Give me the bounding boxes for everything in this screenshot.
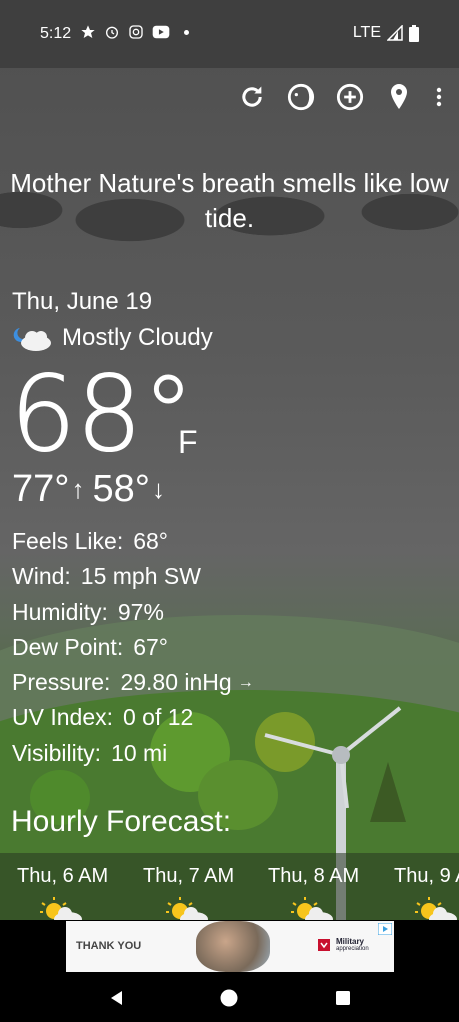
weather-details: Feels Like: 68° Wind: 15 mph SW Humidity… <box>12 524 254 771</box>
navigation-bar <box>0 974 459 1022</box>
ad-brand: Military <box>336 937 365 946</box>
hourly-item[interactable]: Thu, 9 A <box>394 865 459 888</box>
hourly-item[interactable]: Thu, 8 AM <box>268 865 359 888</box>
detail-value: 29.80 inHg <box>120 669 232 696</box>
high-temp: 77° <box>12 468 70 510</box>
instagram-icon <box>129 25 143 39</box>
detail-dew-point: Dew Point: 67° <box>12 630 254 665</box>
condition-label: Mostly Cloudy <box>62 324 213 351</box>
refresh-icon[interactable] <box>237 82 267 112</box>
high-low: 77° ↑ 58° ↓ <box>12 468 173 511</box>
detail-value: 0 of 12 <box>123 704 194 731</box>
detail-pressure: Pressure: 29.80 inHg → <box>12 665 254 700</box>
detail-uv-index: UV Index: 0 of 12 <box>12 700 254 735</box>
ad-choices-icon[interactable] <box>378 923 392 935</box>
detail-humidity: Humidity: 97% <box>12 595 254 630</box>
partly-sunny-icon <box>166 897 208 920</box>
low-arrow-icon: ↓ <box>151 474 165 504</box>
status-right: LTE <box>353 24 419 42</box>
hourly-item[interactable]: Thu, 7 AM <box>143 865 234 888</box>
moon-phase-icon[interactable] <box>286 82 316 112</box>
back-icon[interactable] <box>107 988 127 1008</box>
hourly-item[interactable]: Thu, 6 AM <box>17 865 108 888</box>
overflow-menu-icon[interactable] <box>433 82 445 112</box>
high-arrow-icon: ↑ <box>71 474 85 504</box>
detail-label: Feels Like: <box>12 528 124 554</box>
wind-turbine-blades <box>264 706 402 809</box>
low-temp: 58° <box>92 468 150 510</box>
detail-label: Visibility: <box>12 739 102 766</box>
detail-value: 67° <box>133 633 168 660</box>
detail-value: 68° <box>133 528 168 554</box>
recents-icon[interactable] <box>334 988 354 1008</box>
star-icon <box>81 25 95 38</box>
hourly-time: Thu, 6 AM <box>17 865 109 887</box>
signal-icon <box>387 25 403 41</box>
partly-sunny-icon <box>415 897 457 920</box>
notification-icons <box>80 24 189 40</box>
hourly-time: Thu, 8 AM <box>268 865 360 887</box>
detail-feels-like: Feels Like: 68° <box>12 524 254 559</box>
dot-icon <box>184 29 189 35</box>
youtube-icon <box>152 25 170 39</box>
detail-label: Dew Point: <box>12 633 124 660</box>
wind-turbine-hub <box>332 746 350 764</box>
detail-visibility: Visibility: 10 mi <box>12 736 254 771</box>
status-time: 5:12 <box>40 25 72 42</box>
hourly-time: Thu, 9 A <box>394 865 459 887</box>
detail-wind: Wind: 15 mph SW <box>12 559 254 594</box>
weather-quote: Mother Nature's breath smells like low t… <box>10 168 449 233</box>
home-icon[interactable] <box>219 988 239 1008</box>
pressure-trend-icon: → <box>237 674 254 692</box>
current-date: Thu, June 19 <box>12 288 153 315</box>
ad-image <box>196 921 270 972</box>
ad-brand-sub: appreciation <box>336 946 369 952</box>
status-bar: 5:12 LTE <box>0 0 459 68</box>
detail-label: Pressure: <box>12 669 111 696</box>
toolbar <box>218 82 445 112</box>
temperature-unit: F <box>178 424 198 460</box>
detail-value: 15 mph SW <box>80 563 201 590</box>
partly-sunny-icon <box>291 897 333 920</box>
ad-banner[interactable]: THANK YOU Military appreciation <box>66 921 394 972</box>
hourly-time: Thu, 7 AM <box>143 865 235 887</box>
detail-label: Wind: <box>12 563 71 590</box>
ad-brand-logo-icon <box>318 939 330 951</box>
network-type: LTE <box>352 24 381 41</box>
current-temperature: 68° <box>9 353 195 475</box>
detail-value: 10 mi <box>111 739 168 766</box>
hourly-forecast-title: Hourly Forecast: <box>11 805 232 838</box>
location-pin-icon[interactable] <box>384 82 414 112</box>
detail-label: UV Index: <box>12 704 113 731</box>
battery-icon <box>409 24 419 42</box>
detail-label: Humidity: <box>12 598 108 625</box>
hourly-forecast-strip[interactable]: Thu, 6 AM Thu, 7 AM Thu, 8 AM Thu, 9 A <box>0 853 459 920</box>
alarm-icon <box>106 26 118 39</box>
detail-value: 97% <box>117 598 164 625</box>
current-condition: Mostly Cloudy <box>12 324 213 352</box>
ad-text: THANK YOU <box>76 940 142 952</box>
partly-sunny-icon <box>40 897 82 920</box>
mostly-cloudy-night-icon <box>13 328 51 351</box>
add-location-icon[interactable] <box>335 82 365 112</box>
